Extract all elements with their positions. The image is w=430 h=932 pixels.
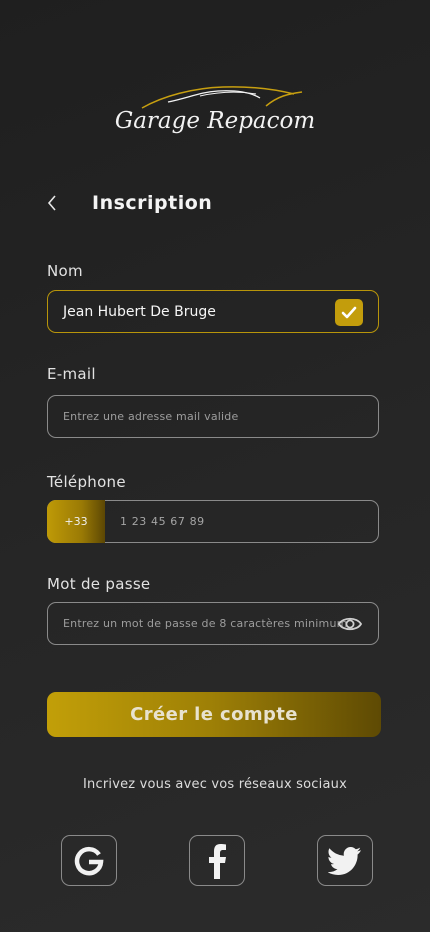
facebook-button[interactable] xyxy=(189,835,245,886)
social-signup-text: Incrivez vous avec vos réseaux sociaux xyxy=(83,777,347,792)
page-title: Inscription xyxy=(92,192,213,214)
google-icon xyxy=(74,846,104,875)
email-field[interactable]: Entrez une adresse mail valide xyxy=(47,395,379,438)
back-button[interactable] xyxy=(47,194,65,212)
name-field[interactable]: Jean Hubert De Bruge xyxy=(47,290,379,333)
phone-label: Téléphone xyxy=(47,473,126,491)
google-button[interactable] xyxy=(61,835,117,886)
brand-name: Garage Repacom xyxy=(114,108,316,134)
create-account-button[interactable]: Créer le compte xyxy=(47,692,381,737)
country-code-selector[interactable]: +33 xyxy=(47,500,105,543)
email-placeholder: Entrez une adresse mail valide xyxy=(63,410,239,423)
password-field[interactable]: Entrez un mot de passe de 8 caractères m… xyxy=(47,602,379,645)
facebook-icon xyxy=(209,843,226,879)
brand-logo: Garage Repacom xyxy=(0,78,430,142)
page-header: Inscription xyxy=(47,186,212,220)
twitter-button[interactable] xyxy=(317,835,373,886)
phone-placeholder: 1 23 45 67 89 xyxy=(120,515,205,528)
password-placeholder: Entrez un mot de passe de 8 caractères m… xyxy=(63,617,348,630)
name-label: Nom xyxy=(47,262,83,280)
twitter-icon xyxy=(328,846,361,875)
password-label: Mot de passe xyxy=(47,575,151,593)
name-value: Jean Hubert De Bruge xyxy=(63,303,216,320)
phone-field[interactable]: +33 1 23 45 67 89 xyxy=(47,500,379,543)
email-label: E-mail xyxy=(47,365,96,383)
chevron-left-icon xyxy=(47,195,56,211)
eye-icon[interactable] xyxy=(338,614,362,634)
valid-check-icon xyxy=(335,299,363,326)
